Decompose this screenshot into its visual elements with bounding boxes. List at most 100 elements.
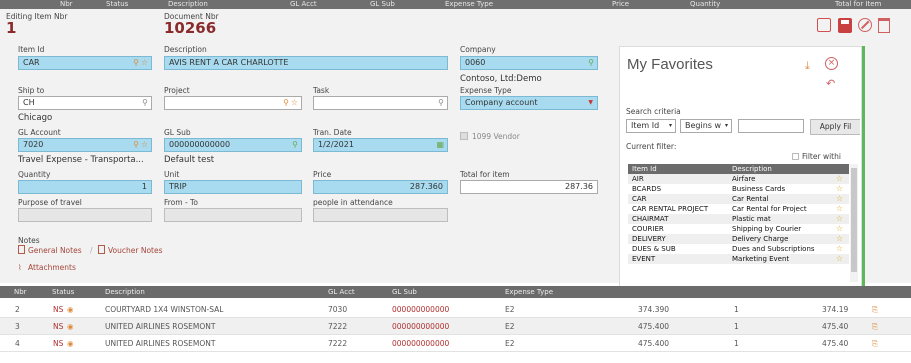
calendar-icon[interactable]: ▦ [436,139,444,151]
favorite-star-icon[interactable]: ☆ [141,139,148,151]
task-field[interactable]: ⚲ [313,96,448,110]
apply-filter-button[interactable]: Apply Fil [810,119,860,135]
lookup-icon[interactable]: ⚲ [133,139,139,151]
vendor-1099-checkbox[interactable] [460,132,468,140]
grid-cell-quantity: 1 [734,339,739,348]
copy-icon[interactable]: ⎘ [872,318,878,335]
general-notes-link[interactable]: General Notes [28,246,82,255]
status-info-icon[interactable]: ◉ [67,301,74,318]
favorite-star-icon[interactable]: ☆ [836,254,843,264]
favorite-row[interactable]: AIR Airfare ☆ [628,174,849,184]
project-field[interactable]: ⚲ ☆ [164,96,302,110]
copy-icon[interactable]: ⎘ [872,301,878,318]
scrollbar-thumb[interactable] [851,168,857,272]
download-icon[interactable]: ⤓ [805,59,810,73]
price-field[interactable]: 287.360 [313,180,448,194]
voucher-notes-link[interactable]: Voucher Notes [108,246,163,255]
status-info-icon[interactable]: ◉ [67,318,74,335]
favorite-star-icon[interactable]: ☆ [836,214,843,224]
search-field-select[interactable]: Item Id ▾ [626,119,676,133]
col-description: Description [732,165,772,173]
notes-label: Notes [18,236,40,245]
favorite-row[interactable]: CAR RENTAL PROJECT Car Rental for Project… [628,204,849,214]
save-icon[interactable] [838,18,852,33]
table-row[interactable]: 2 NS COURTYARD 1X4 WINSTON-SAL 7030 00000000… [0,301,911,318]
chevron-down-icon: ▾ [668,122,672,129]
favorite-row[interactable]: DUES & SUB Dues and Subscriptions ☆ [628,244,849,254]
undo-icon[interactable]: ↶ [826,77,835,90]
close-icon[interactable]: × [825,57,838,70]
document-icon [18,245,25,254]
lookup-icon[interactable]: ⚲ [588,57,594,69]
grid-col-nbr: Nbr [14,288,27,296]
favorite-item-id: DELIVERY [632,235,666,243]
favorite-row[interactable]: EVENT Marketing Event ☆ [628,254,849,264]
attachments-link[interactable]: Attachments [28,263,76,272]
grid-cell-quantity: 1 [734,305,739,314]
from-to-field[interactable] [164,208,302,222]
favorite-row[interactable]: COURIER Shipping by Courier ☆ [628,224,849,234]
gl-account-field[interactable]: 7020 ⚲ ☆ [18,138,152,152]
lookup-icon[interactable]: ⚲ [438,97,444,109]
copy-icon[interactable]: ⎘ [872,335,878,352]
operator-select[interactable]: Begins w ▾ [680,119,732,133]
chevron-down-icon: ▼ [588,99,593,106]
favorite-item-id: BCARDS [632,185,662,193]
favorite-star-icon[interactable]: ☆ [836,204,843,214]
paperclip-icon: ⌇ [18,263,22,272]
company-field[interactable]: 0060 ⚲ [460,56,598,70]
favorite-star-icon[interactable]: ☆ [836,224,843,234]
editing-item-value: 1 [6,19,17,37]
people-field[interactable] [313,208,448,222]
favorite-row[interactable]: DELIVERY Delivery Charge ☆ [628,234,849,244]
purpose-field[interactable] [18,208,152,222]
tran-date-field[interactable]: 1/2/2021 ▦ [313,138,448,152]
status-info-icon[interactable]: ◉ [67,335,74,352]
unit-field[interactable]: TRIP [164,180,302,194]
favorite-star-icon[interactable]: ☆ [836,194,843,204]
delete-icon[interactable] [878,18,890,33]
search-criteria-label: Search criteria [626,107,681,116]
favorite-star-icon[interactable]: ☆ [836,244,843,254]
gl-sub-value: 000000000000 [169,140,231,149]
description-field[interactable]: AVIS RENT A CAR CHARLOTTE [164,56,448,70]
grid-cell-gl-sub: 000000000000 [392,322,450,331]
favorite-row[interactable]: BCARDS Business Cards ☆ [628,184,849,194]
favorite-row[interactable]: CHAIRMAT Plastic mat ☆ [628,214,849,224]
favorites-scrollbar[interactable] [850,164,858,282]
grid-cell-total: 374.19 [822,305,849,314]
favorite-star-icon[interactable]: ☆ [141,57,148,69]
tran-date-label: Tran. Date [313,128,352,137]
favorite-star-icon[interactable]: ☆ [836,174,843,184]
grid-cell-nbr: 4 [15,339,20,348]
table-row[interactable]: 4 NS UNITED AIRLINES ROSEMONT 7222 000000000… [0,335,911,352]
ship-to-field[interactable]: CH ⚲ [18,96,152,110]
item-id-field[interactable]: CAR ⚲ ☆ [18,56,152,70]
favorite-star-icon[interactable]: ☆ [836,184,843,194]
filter-within-checkbox[interactable] [792,153,799,160]
chevron-down-icon: ▾ [724,122,728,129]
quantity-field[interactable]: 1 [18,180,152,194]
people-label: people in attendance [313,198,393,207]
favorite-star-icon[interactable]: ☆ [291,97,298,109]
filter-within-label: Filter withi [802,152,841,161]
lookup-icon[interactable]: ⚲ [133,57,139,69]
top-col-gl-acct: GL Acct [290,0,317,8]
expense-type-select[interactable]: Company account ▼ [460,96,598,110]
cancel-icon[interactable] [858,18,872,32]
grid-cell-total: 475.40 [822,339,849,348]
lookup-icon[interactable]: ⚲ [292,139,298,151]
favorite-row[interactable]: CAR Car Rental ☆ [628,194,849,204]
current-filter-label: Current filter: [626,142,677,151]
favorite-description: Car Rental [732,195,769,203]
grid-cell-gl-sub: 000000000000 [392,305,450,314]
lookup-icon[interactable]: ⚲ [142,97,148,109]
favorite-description: Shipping by Courier [732,225,802,233]
new-document-icon[interactable] [817,18,831,32]
lookup-icon[interactable]: ⚲ [283,97,289,109]
gl-sub-field[interactable]: 000000000000 ⚲ [164,138,302,152]
favorite-star-icon[interactable]: ☆ [836,234,843,244]
favorite-description: Business Cards [732,185,786,193]
search-value-input[interactable] [738,119,804,133]
table-row[interactable]: 3 NS UNITED AIRLINES ROSEMONT 7222 000000000… [0,318,911,335]
